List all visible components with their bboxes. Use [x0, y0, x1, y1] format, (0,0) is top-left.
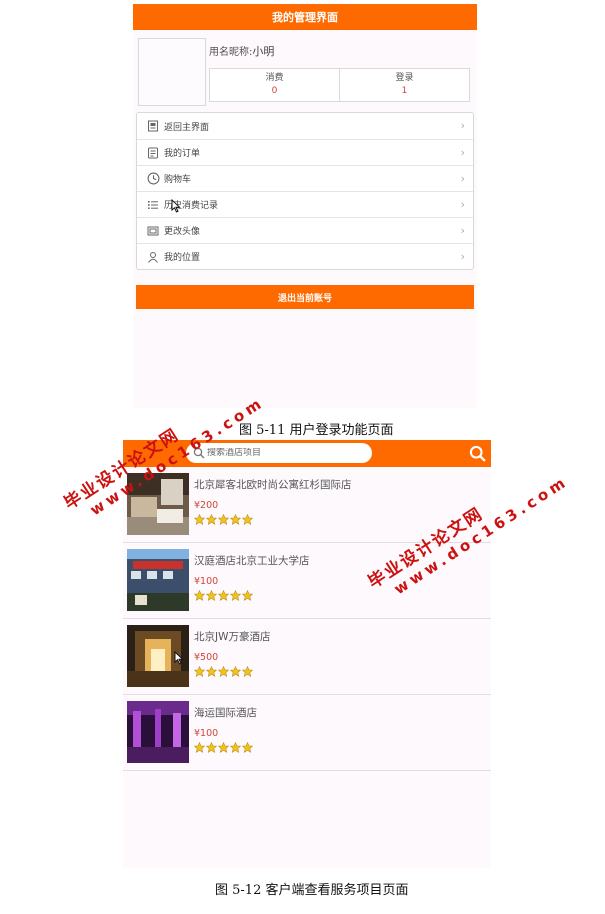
stat-value: 0	[271, 86, 278, 96]
menu-item-label: 返回主界面	[164, 122, 210, 133]
chevron-right-icon: ›	[460, 250, 465, 263]
stat-label: 消费	[265, 73, 284, 83]
chevron-right-icon: ›	[460, 224, 465, 237]
stat-value: 1	[401, 86, 408, 96]
stat-spending: 消费 0	[210, 69, 339, 101]
mouse-cursor-icon	[174, 651, 184, 665]
chevron-right-icon: ›	[460, 172, 465, 185]
avatar[interactable]	[138, 38, 206, 106]
home-icon	[146, 119, 160, 133]
search-header	[123, 440, 491, 467]
hotel-name: 北京JW万豪酒店	[194, 631, 271, 643]
order-icon	[146, 146, 160, 160]
star-icon	[218, 666, 229, 677]
mouse-cursor-icon	[171, 199, 181, 213]
menu-item-home[interactable]: 返回主界面 ›	[137, 113, 473, 139]
menu-item-label: 我的位置	[164, 253, 201, 263]
page-title: 我的管理界面	[272, 11, 338, 24]
menu-item-label: 更改头像	[164, 227, 201, 237]
search-bar[interactable]	[186, 443, 372, 463]
nickname-value: 小明	[252, 45, 275, 58]
menu-item-location[interactable]: 我的位置 ›	[137, 243, 473, 269]
header-bar: 我的管理界面	[133, 4, 477, 30]
star-icon	[206, 666, 217, 677]
image-icon	[146, 224, 160, 238]
star-icon	[242, 514, 253, 525]
star-icon	[230, 666, 241, 677]
menu-item-history[interactable]: 历史消费记录 ›	[137, 191, 473, 217]
rating-stars	[194, 666, 253, 677]
star-icon	[194, 514, 205, 525]
search-icon	[469, 445, 486, 462]
logout-button[interactable]: 退出当前账号	[136, 285, 474, 309]
hotel-list-item[interactable]: 汉庭酒店北京工业大学店 ¥100	[123, 543, 491, 619]
menu-list: 返回主界面 › 我的订单 › 购物车 › 历史消费记录 › 更改头像 › 我的位…	[136, 112, 474, 270]
rating-stars	[194, 514, 253, 525]
menu-item-orders[interactable]: 我的订单 ›	[137, 139, 473, 165]
star-icon	[242, 590, 253, 601]
hotel-list-screen: 北京犀客北欧时尚公寓红杉国际店 ¥200 汉庭酒店北京工业大学店 ¥100	[123, 440, 491, 868]
star-icon	[218, 590, 229, 601]
nickname-label: 用名昵称:	[209, 47, 253, 58]
nickname: 用名昵称:小明	[209, 43, 274, 59]
star-icon	[194, 742, 205, 753]
star-icon	[242, 666, 253, 677]
star-icon	[218, 742, 229, 753]
rating-stars	[194, 742, 253, 753]
hotel-name: 北京犀客北欧时尚公寓红杉国际店	[194, 479, 352, 491]
star-icon	[206, 742, 217, 753]
hotel-price: ¥200	[194, 500, 219, 511]
star-icon	[242, 742, 253, 753]
menu-item-cart[interactable]: 购物车 ›	[137, 165, 473, 191]
hotel-photo	[127, 701, 189, 763]
chevron-right-icon: ›	[460, 146, 465, 159]
profile-section: 用名昵称:小明 消费 0 登录 1	[133, 30, 477, 110]
hotel-price: ¥500	[194, 652, 219, 663]
hotel-name: 海运国际酒店	[194, 707, 257, 719]
star-icon	[194, 666, 205, 677]
person-icon	[146, 250, 160, 264]
list-icon	[146, 198, 160, 212]
user-admin-screen: 我的管理界面 用名昵称:小明 消费 0 登录 1 返回主界面 › 我的订单 › …	[133, 4, 477, 408]
clock-icon	[146, 172, 160, 186]
hotel-list-item[interactable]: 海运国际酒店 ¥100	[123, 695, 491, 771]
search-icon	[193, 447, 205, 459]
menu-item-label: 购物车	[164, 175, 192, 185]
chevron-right-icon: ›	[460, 119, 465, 132]
search-input[interactable]	[207, 448, 367, 458]
hotel-photo	[127, 473, 189, 535]
star-icon	[218, 514, 229, 525]
star-icon	[230, 590, 241, 601]
star-icon	[194, 590, 205, 601]
search-button[interactable]	[467, 443, 487, 463]
hotel-list-item[interactable]: 北京犀客北欧时尚公寓红杉国际店 ¥200	[123, 467, 491, 543]
figure-caption-5-12: 图 5-12 客户端查看服务项目页面	[215, 883, 409, 898]
star-icon	[206, 590, 217, 601]
star-icon	[230, 514, 241, 525]
star-icon	[206, 514, 217, 525]
figure-caption-5-11: 图 5-11 用户登录功能页面	[239, 423, 394, 438]
chevron-right-icon: ›	[460, 198, 465, 211]
star-icon	[230, 742, 241, 753]
hotel-photo	[127, 549, 189, 611]
hotel-price: ¥100	[194, 576, 219, 587]
hotel-price: ¥100	[194, 728, 219, 739]
menu-item-avatar[interactable]: 更改头像 ›	[137, 217, 473, 243]
stat-label: 登录	[395, 73, 414, 83]
rating-stars	[194, 590, 253, 601]
hotel-name: 汉庭酒店北京工业大学店	[194, 555, 310, 567]
stat-logins: 登录 1	[339, 69, 469, 101]
stats-box: 消费 0 登录 1	[209, 68, 470, 102]
menu-item-label: 我的订单	[164, 149, 201, 159]
